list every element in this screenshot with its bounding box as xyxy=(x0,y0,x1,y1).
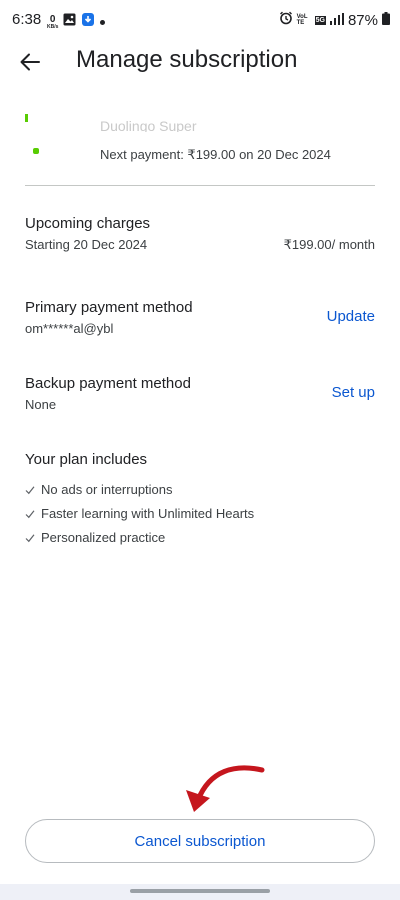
check-icon xyxy=(25,509,35,518)
status-time: 6:38 xyxy=(12,11,42,28)
upcoming-charges-amount: ₹199.00/ month xyxy=(283,237,375,252)
app-icon-fragment xyxy=(33,148,39,154)
gesture-nav-bar xyxy=(0,884,400,900)
cancel-subscription-button[interactable]: Cancel subscription xyxy=(25,819,375,863)
backup-payment-title: Backup payment method xyxy=(25,375,191,392)
upcoming-charges-start: Starting 20 Dec 2024 xyxy=(25,237,148,252)
check-icon xyxy=(25,485,35,494)
data-speed-indicator: 0 KB/s xyxy=(47,13,59,30)
alarm-icon xyxy=(279,11,293,29)
divider xyxy=(25,185,375,186)
download-app-icon xyxy=(81,12,95,32)
volte-icon: VoLTE xyxy=(296,14,308,26)
app-icon xyxy=(25,114,28,122)
next-payment-text: Next payment: ₹199.00 on 20 Dec 2024 xyxy=(100,147,331,162)
backup-payment-value: None xyxy=(25,397,57,412)
5g-icon: 5G xyxy=(314,15,326,25)
arrow-back-icon xyxy=(20,53,40,71)
status-bar: 6:38 0 KB/s VoLTE 5G 87% xyxy=(0,0,400,38)
gallery-icon xyxy=(63,13,76,31)
red-arrow-annotation-icon xyxy=(186,765,265,812)
plan-feature: No ads or interruptions xyxy=(25,482,173,497)
page-title: Manage subscription xyxy=(76,46,298,73)
back-button[interactable] xyxy=(14,46,46,78)
subscription-title: Duolingo Super xyxy=(100,118,197,132)
primary-payment-title: Primary payment method xyxy=(25,299,193,316)
primary-payment-value: om******al@ybl xyxy=(25,321,114,336)
battery-percent: 87% xyxy=(347,11,378,29)
plan-title: Your plan includes xyxy=(25,451,148,468)
notification-dot-icon xyxy=(100,19,106,25)
plan-feature: Faster learning with Unlimited Hearts xyxy=(25,506,254,521)
home-handle[interactable] xyxy=(130,889,270,893)
update-payment-button[interactable]: Update xyxy=(327,308,375,325)
app-bar: Manage subscription xyxy=(0,38,400,84)
battery-icon xyxy=(382,11,390,29)
plan-feature: Personalized practice xyxy=(25,530,165,545)
signal-icon xyxy=(329,12,344,29)
upcoming-charges-title: Upcoming charges xyxy=(25,215,151,232)
check-icon xyxy=(25,533,35,542)
setup-backup-button[interactable]: Set up xyxy=(332,384,375,401)
